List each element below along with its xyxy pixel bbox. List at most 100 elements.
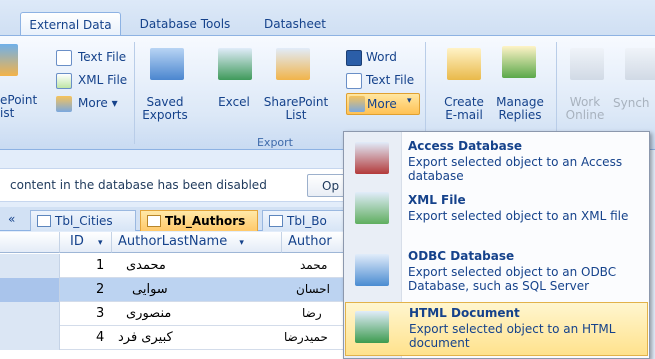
menu-item-description: Export selected object to an XML file xyxy=(408,209,629,223)
work-online-button[interactable]: Work Online xyxy=(562,96,608,122)
import-more-button[interactable]: More ▾ xyxy=(78,96,118,110)
ribbon-tab-bar: External Data Database Tools Datasheet xyxy=(0,0,655,36)
menu-item-xml-file[interactable]: XML File Export selected object to an XM… xyxy=(345,188,648,232)
work-online-icon xyxy=(570,48,604,80)
table-icon xyxy=(269,215,283,227)
chevron-down-icon: ▾ xyxy=(407,96,412,106)
access-database-icon xyxy=(355,142,389,174)
column-header-author-first-name[interactable]: Author xyxy=(282,232,345,253)
cell-last-name[interactable]: منصوری xyxy=(126,306,171,321)
import-xml-file-button[interactable]: XML File xyxy=(78,73,127,87)
table-row[interactable]: 4 کبیری فرد حمیدرضا xyxy=(0,326,345,350)
column-header-label: ID xyxy=(70,234,84,249)
cell-first-name[interactable]: رضا xyxy=(302,306,322,320)
row-selector[interactable] xyxy=(0,254,60,278)
table-icon xyxy=(37,215,51,227)
import-sharepoint-label-2: ist xyxy=(0,106,15,120)
doc-tab-tbl-cities[interactable]: Tbl_Cities xyxy=(30,210,136,231)
saved-exports-button[interactable]: Saved Exports xyxy=(138,96,192,122)
menu-item-title: ODBC Database xyxy=(408,249,515,263)
document-tab-bar: « Tbl_Cities Tbl_Authors Tbl_Bo xyxy=(0,207,370,231)
more-export-icon xyxy=(349,96,365,112)
menu-item-description: Export selected object to an Access data… xyxy=(408,155,623,183)
cell-first-name[interactable]: احسان xyxy=(296,282,330,296)
table-icon xyxy=(147,215,161,227)
table-row[interactable]: 2 سوایی احسان xyxy=(0,278,345,302)
manage-replies-icon xyxy=(502,46,536,78)
menu-item-title: XML File xyxy=(408,193,466,207)
cell-first-name[interactable]: محمد xyxy=(300,258,327,272)
export-excel-button[interactable]: Excel xyxy=(212,96,256,109)
cell-id[interactable]: 1 xyxy=(96,258,104,273)
more-import-icon xyxy=(56,96,72,112)
import-sharepoint-list-button[interactable]: ePoint ist xyxy=(0,94,37,120)
create-email-icon xyxy=(447,48,481,80)
tab-database-tools[interactable]: Database Tools xyxy=(133,12,237,36)
export-text-file-button[interactable]: Text File xyxy=(366,73,414,87)
message-bar: content in the database has been disable… xyxy=(0,168,370,202)
table-row[interactable]: 3 منصوری رضا xyxy=(0,302,345,326)
doc-tab-label: Tbl_Cities xyxy=(55,214,113,228)
menu-item-html-document[interactable]: HTML Document Export selected object to … xyxy=(345,302,648,356)
column-header-label: AuthorLastName xyxy=(118,234,228,249)
chevron-down-icon[interactable]: ▾ xyxy=(98,238,103,248)
row-selector-header[interactable] xyxy=(0,232,60,253)
export-more-button[interactable]: More ▾ xyxy=(346,93,420,115)
export-sharepoint-list-button[interactable]: SharePoint List xyxy=(260,96,332,122)
export-word-button[interactable]: Word xyxy=(366,50,397,64)
group-separator xyxy=(134,42,135,144)
import-text-file-button[interactable]: Text File xyxy=(78,50,126,64)
import-more-label: More xyxy=(78,96,108,110)
synchronize-icon xyxy=(625,48,655,80)
doc-tab-label: Tbl_Authors xyxy=(165,214,246,228)
menu-item-title: HTML Document xyxy=(409,306,520,320)
cell-id[interactable]: 2 xyxy=(96,282,104,297)
menu-item-access-database[interactable]: Access Database Export selected object t… xyxy=(345,134,648,186)
group-separator xyxy=(556,42,557,144)
group-separator xyxy=(425,42,426,144)
word-icon xyxy=(346,50,362,66)
row-selector[interactable] xyxy=(0,326,60,350)
tab-external-data[interactable]: External Data xyxy=(20,12,121,36)
cell-id[interactable]: 3 xyxy=(96,306,104,321)
export-sharepoint-label-2: List xyxy=(285,108,307,122)
cell-id[interactable]: 4 xyxy=(96,330,104,345)
saved-exports-label-2: Exports xyxy=(142,108,188,122)
sharepoint-list-import-icon[interactable] xyxy=(0,44,18,76)
create-email-button[interactable]: Create E-mail xyxy=(437,96,491,122)
tab-scroll-left-icon[interactable]: « xyxy=(8,212,15,226)
doc-tab-tbl-authors[interactable]: Tbl_Authors xyxy=(140,210,258,231)
manage-replies-label-2: Replies xyxy=(498,108,542,122)
create-email-label-2: E-mail xyxy=(445,108,483,122)
tab-datasheet[interactable]: Datasheet xyxy=(250,12,340,36)
cell-last-name[interactable]: کبیری فرد xyxy=(118,330,173,345)
menu-item-odbc-database[interactable]: ODBC Database Export selected object to … xyxy=(345,244,648,300)
work-online-label-2: Online xyxy=(565,108,605,122)
excel-icon xyxy=(218,48,252,80)
manage-replies-button[interactable]: Manage Replies xyxy=(492,96,548,122)
menu-item-description: Export selected object to an HTML docume… xyxy=(409,322,616,350)
column-header-id[interactable]: ID ▾ xyxy=(60,232,112,253)
xml-file-icon xyxy=(355,192,389,224)
datasheet: ID ▾ AuthorLastName ▾ Author 1 محمدی محم… xyxy=(0,232,345,359)
sharepoint-list-icon xyxy=(276,48,310,80)
doc-tab-tbl-books[interactable]: Tbl_Bo xyxy=(262,210,352,231)
table-row[interactable]: 1 محمدی محمد xyxy=(0,254,345,278)
export-more-menu: Access Database Export selected object t… xyxy=(343,131,650,359)
export-group-label: Export xyxy=(256,136,293,149)
column-header-label: Author xyxy=(288,234,332,249)
chevron-down-icon[interactable]: ▾ xyxy=(239,238,244,248)
menu-item-title: Access Database xyxy=(408,139,522,153)
column-header-author-last-name[interactable]: AuthorLastName ▾ xyxy=(112,232,282,253)
chevron-down-icon: ▾ xyxy=(111,96,118,110)
cell-last-name[interactable]: سوایی xyxy=(132,282,168,297)
cell-first-name[interactable]: حمیدرضا xyxy=(284,330,328,344)
security-warning-text: content in the database has been disable… xyxy=(10,178,267,192)
cell-last-name[interactable]: محمدی xyxy=(126,258,166,273)
saved-exports-icon xyxy=(150,48,184,80)
odbc-database-icon xyxy=(355,254,389,286)
row-selector[interactable] xyxy=(0,302,60,326)
row-selector[interactable] xyxy=(0,278,60,302)
synchronize-button[interactable]: Synch xyxy=(613,96,650,110)
export-text-file-icon xyxy=(346,73,362,89)
